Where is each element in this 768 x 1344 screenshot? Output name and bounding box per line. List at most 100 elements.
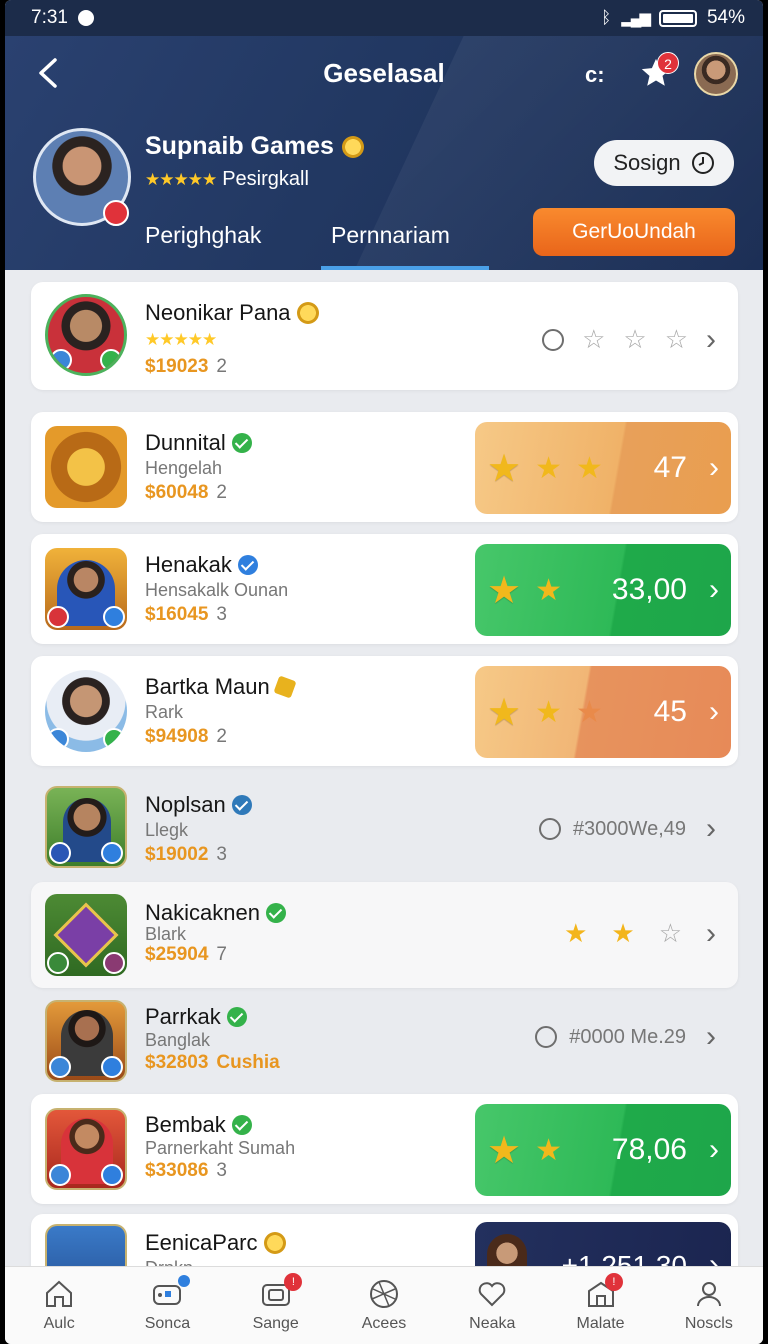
chevron-right-icon: › <box>706 322 716 356</box>
list-item[interactable]: Neonikar Pana ★★★★★ $19023 2 ☆ ☆ ☆ › <box>31 282 738 390</box>
tab-perighghak[interactable]: Perighghak <box>145 222 261 249</box>
item-score-button[interactable]: ★ ★ ★ 47 › <box>475 422 731 514</box>
chevron-right-icon: › <box>706 1020 716 1053</box>
star-icon: ★ <box>564 918 588 948</box>
item-count: 7 <box>216 944 227 965</box>
nav-label: Sange <box>252 1315 299 1332</box>
header-c-button[interactable]: c: <box>585 62 605 88</box>
chevron-right-icon: › <box>709 695 719 728</box>
item-count: 3 <box>216 1160 227 1181</box>
item-name: Nakicaknen <box>145 900 260 925</box>
item-score-button[interactable]: ★ ★ 78,06 › <box>475 1104 731 1196</box>
star-icon: ★ <box>487 1129 522 1172</box>
item-action[interactable]: #3000We,49 › <box>538 814 716 844</box>
rating-stars: ★★★★★ <box>145 169 217 189</box>
nav-item-malate[interactable]: ! Malate <box>546 1267 654 1344</box>
nav-badge: ! <box>284 1273 303 1291</box>
item-price-row: $25904 7 <box>145 944 227 966</box>
item-thumbnail <box>45 1000 127 1082</box>
list-item[interactable]: Parrkak Banglak $32803 Cushia #0000 Me.29… <box>31 992 738 1102</box>
verified-check-icon <box>231 433 252 453</box>
item-price-row: $16045 3 <box>145 604 227 626</box>
item-thumbnail <box>45 894 127 976</box>
notification-badge: 2 <box>657 52 679 74</box>
item-action[interactable]: #0000 Me.29 › <box>535 1022 716 1052</box>
list-item[interactable]: Henakak Hensakalk Ounan $16045 3 ★ ★ 33,0… <box>31 534 738 644</box>
nav-dot-badge <box>178 1275 191 1287</box>
item-name-row: Bembak <box>145 1112 252 1138</box>
sosign-label: Sosign <box>613 150 681 175</box>
battery-percent: 54% <box>706 7 745 28</box>
nav-item-neaka[interactable]: Neaka <box>438 1267 546 1344</box>
item-right-text: #3000We,49 <box>572 817 686 840</box>
home-icon <box>46 1280 73 1307</box>
item-name-row: EenicaParc <box>145 1230 286 1256</box>
item-rating-control[interactable]: ★ ★ ☆ › <box>564 918 716 949</box>
item-price-row: $60048 2 <box>145 482 227 504</box>
star-icon: ★ <box>575 695 603 729</box>
item-price: $16045 <box>145 604 209 625</box>
item-price-row: $94908 2 <box>145 726 227 748</box>
list-item[interactable]: Noplsan Llegk $19002 3 #3000We,49 › <box>31 776 738 886</box>
item-rating-control[interactable]: ☆ ☆ ☆ › <box>542 324 716 355</box>
item-name-row: Nakicaknen <box>145 900 286 926</box>
item-thumbnail <box>45 548 127 630</box>
profile-status-icon <box>103 200 129 226</box>
chevron-right-icon: › <box>706 916 716 950</box>
nav-item-sonca[interactable]: Sonca <box>113 1267 221 1344</box>
user-avatar[interactable] <box>694 52 738 96</box>
item-price: $32803 <box>145 1052 209 1073</box>
item-name: EenicaParc <box>145 1230 258 1255</box>
item-price: $94908 <box>145 726 209 747</box>
item-price: $19023 <box>145 356 209 377</box>
bottom-navigation: Aulc Sonca ! Sange Acees Neaka ! Malate … <box>5 1266 763 1344</box>
item-name-row: Bartka Maun <box>145 674 297 700</box>
chevron-right-icon: › <box>709 1133 719 1166</box>
nav-item-aulc[interactable]: Aulc <box>5 1267 113 1344</box>
nav-label: Sonca <box>144 1315 191 1332</box>
item-price: $60048 <box>145 482 209 503</box>
item-name: Bembak <box>145 1112 226 1137</box>
nav-item-sange[interactable]: ! Sange <box>222 1267 330 1344</box>
item-subtitle: Parnerkaht Sumah <box>145 1138 296 1158</box>
nav-item-noscls[interactable]: Noscls <box>655 1267 763 1344</box>
item-subtitle: Llegk <box>145 820 189 840</box>
item-score-button[interactable]: ★ ★ ★ 45 › <box>475 666 731 758</box>
item-thumbnail <box>45 1108 127 1190</box>
primary-action-button[interactable]: GerUoUndah <box>533 208 735 256</box>
item-subtitle: Rark <box>145 702 184 722</box>
item-subtitle: Hensakalk Ounan <box>145 580 289 600</box>
item-count: 2 <box>216 356 227 377</box>
item-avatar <box>45 670 127 752</box>
item-score-button[interactable]: ★ ★ 33,00 › <box>475 544 731 636</box>
list-item[interactable]: Bembak Parnerkaht Sumah $33086 3 ★ ★ 78,0… <box>31 1094 738 1204</box>
star-icon: ★ <box>535 573 562 607</box>
nav-item-acees[interactable]: Acees <box>330 1267 438 1344</box>
list-item[interactable]: Nakicaknen Blark $25904 7 ★ ★ ☆ › <box>31 882 738 988</box>
star-outline-icon: ☆ <box>582 324 606 354</box>
game-list: Neonikar Pana ★ ★ ★ ★ ★ $19023 2 ☆ ☆ ☆ › Dunn… <box>5 270 763 1284</box>
nav-label: Acees <box>361 1315 407 1332</box>
coin-icon <box>341 135 364 158</box>
status-bar: 7:31 ᛒ ▂▄▆ 54% <box>5 0 763 36</box>
person-icon <box>696 1282 721 1307</box>
list-item[interactable]: Dunnital Hengelah $60048 2 ★ ★ ★ 47 › <box>31 412 738 522</box>
list-item[interactable]: Bartka Maun Rark $94908 2 ★ ★ ★ 45 › <box>31 656 738 766</box>
clock-icon <box>691 152 714 174</box>
sosign-button[interactable]: Sosign <box>594 140 734 186</box>
chevron-right-icon: › <box>709 451 719 484</box>
item-name: Neonikar Pana <box>145 300 291 325</box>
star-icon: ★ <box>487 691 522 734</box>
item-thumbnail <box>45 786 127 868</box>
item-subtitle: Blark <box>145 924 187 944</box>
tab-pernnariam[interactable]: Pernnariam <box>331 222 450 249</box>
star-icon: ★ <box>487 447 522 490</box>
item-score: 33,00 <box>611 573 687 606</box>
nav-label: Aulc <box>43 1315 75 1332</box>
item-score: 78,06 <box>611 1133 687 1166</box>
verified-check-icon <box>231 1115 252 1135</box>
notification-dot-icon <box>77 10 94 26</box>
phone-screen: 7:31 ᛒ ▂▄▆ 54% Geselasal c: 2 Supnaib Ga… <box>5 0 763 1344</box>
item-score: 45 <box>653 695 687 728</box>
item-right-text: #0000 Me.29 <box>569 1025 686 1048</box>
